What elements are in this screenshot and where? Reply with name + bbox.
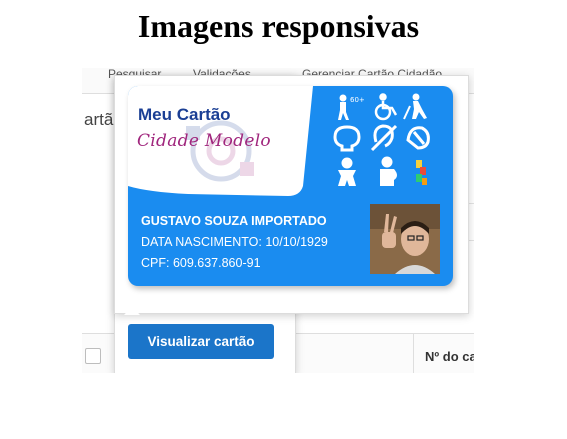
blind-icon (403, 93, 427, 120)
watermark-icon (186, 120, 254, 182)
intellectual-disability-icon (333, 125, 361, 152)
card-birth-date: DATA NASCIMENTO: 10/10/1929 (141, 235, 328, 249)
pregnant-icon (380, 156, 397, 186)
page-title: Imagens responsivas (137, 8, 420, 44)
card-logo-title: Meu Cartão (138, 105, 231, 124)
app-viewport: Pesquisar Validações Gerenciar Cartão Ci… (82, 68, 474, 373)
card-cpf: CPF: 609.637.860-91 (141, 256, 261, 270)
child-icon (338, 157, 356, 186)
popover-arrow (124, 306, 140, 315)
svg-text:60+: 60+ (350, 96, 365, 104)
section-heading: artã (84, 110, 114, 129)
wheelchair-icon (374, 93, 398, 121)
view-card-button[interactable]: Visualizar cartão (128, 324, 274, 359)
card-logo-subtitle: Cidade Modelo (137, 131, 271, 151)
accessibility-icons: 60+ (333, 93, 430, 186)
citizen-card: Meu Cartão Cidade Modelo 60+ GUSTAVO SOU… (128, 86, 453, 286)
elderly-icon: 60+ (338, 94, 365, 120)
select-all-checkbox[interactable] (85, 348, 101, 364)
autism-icon (416, 160, 427, 185)
holder-photo (370, 204, 440, 274)
column-header-card-number[interactable]: Nº do ca (425, 349, 474, 364)
sign-language-icon (406, 126, 430, 150)
card-holder-name: GUSTAVO SOUZA IMPORTADO (141, 214, 327, 228)
hearing-impaired-icon (370, 124, 398, 152)
column-divider (413, 334, 414, 373)
